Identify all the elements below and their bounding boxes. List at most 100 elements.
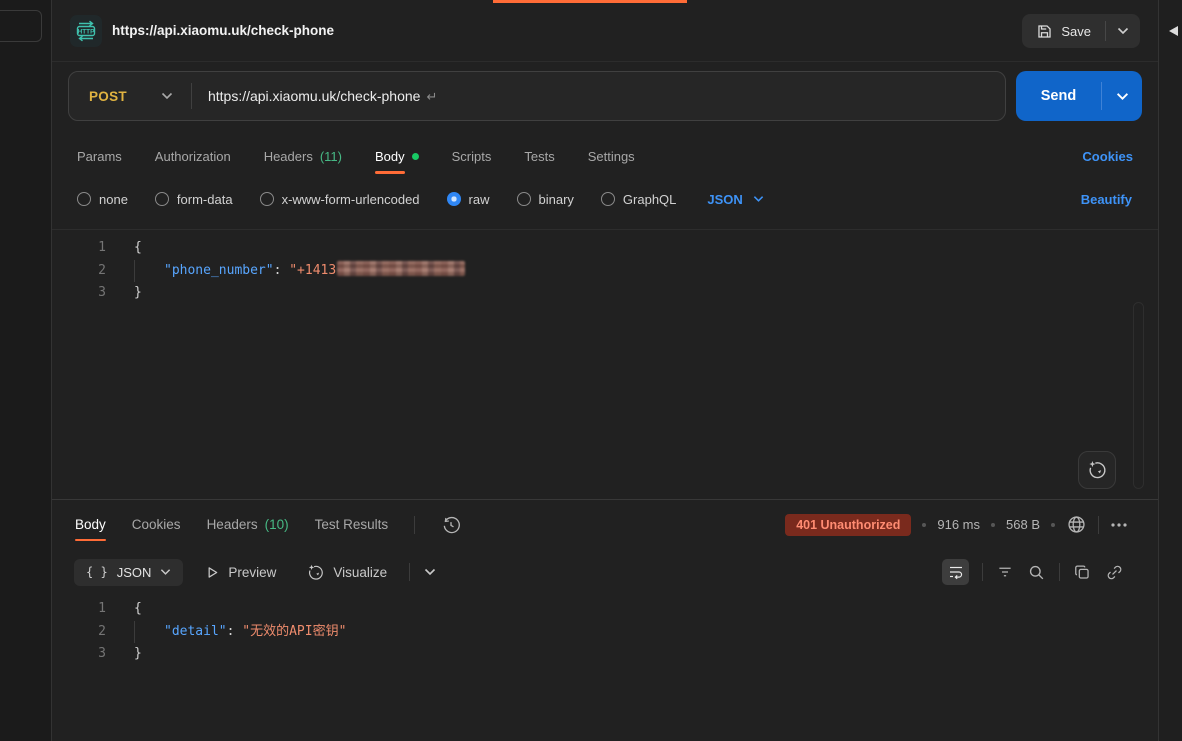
redacted-phone-blur (337, 261, 465, 276)
copy-response-button[interactable] (1073, 563, 1092, 582)
raw-language-selector[interactable]: JSON (707, 192, 763, 207)
radio-raw[interactable]: raw (447, 192, 490, 207)
radio-circle (77, 192, 91, 206)
radio-graphql[interactable]: GraphQL (601, 192, 676, 207)
tab-headers[interactable]: Headers(11) (264, 149, 342, 164)
mouse-cursor (1169, 26, 1178, 36)
http-protocol-icon: HTTP (70, 15, 102, 47)
visualize-button[interactable]: Visualize (298, 563, 395, 582)
divider (982, 563, 983, 581)
postbot-button[interactable] (1078, 451, 1116, 489)
dot-separator (1051, 523, 1055, 527)
url-input-container: POST https://api.xiaomu.uk/check-phone↵ (68, 71, 1006, 121)
save-button[interactable]: Save (1022, 14, 1140, 48)
enter-hint-glyph: ↵ (426, 89, 437, 104)
tab-tests[interactable]: Tests (524, 149, 554, 164)
cookies-link[interactable]: Cookies (1082, 138, 1133, 174)
json-value: "无效的API密钥" (242, 624, 346, 639)
radio-none[interactable]: none (77, 192, 128, 207)
send-button[interactable]: Send (1016, 71, 1142, 121)
tab-body[interactable]: Body (375, 149, 419, 164)
chevron-down-icon (753, 195, 764, 203)
divider (414, 516, 415, 534)
divider (409, 563, 410, 581)
response-tab-headers[interactable]: Headers(10) (207, 517, 289, 532)
request-body-editor[interactable]: 1 { 2 "phone_number": "+1413 3 } (52, 229, 1158, 500)
response-size[interactable]: 568 B (1006, 517, 1040, 532)
line-number: 1 (52, 237, 106, 260)
dot-separator (922, 523, 926, 527)
response-history-button[interactable] (441, 515, 461, 535)
divider (191, 83, 192, 109)
response-tab-cookies[interactable]: Cookies (132, 517, 181, 532)
tab-params[interactable]: Params (77, 149, 122, 164)
response-more-options-button[interactable] (1110, 522, 1128, 528)
sparkle-circle-icon (306, 563, 325, 582)
url-input[interactable]: https://api.xiaomu.uk/check-phone↵ (208, 88, 437, 105)
preview-button[interactable]: Preview (197, 565, 284, 580)
word-wrap-icon (947, 563, 965, 581)
radio-circle (155, 192, 169, 206)
play-outline-icon (205, 565, 220, 580)
chevron-down-icon (160, 568, 171, 576)
braces-icon: { } (86, 565, 108, 579)
save-options-button[interactable] (1106, 14, 1140, 48)
request-header: HTTP https://api.xiaomu.uk/check-phone S… (52, 0, 1158, 62)
dot-separator (991, 523, 995, 527)
tab-settings[interactable]: Settings (588, 149, 635, 164)
response-time[interactable]: 916 ms (937, 517, 980, 532)
radio-x-www-form-urlencoded[interactable]: x-www-form-urlencoded (260, 192, 420, 207)
chevron-down-icon (161, 92, 173, 100)
body-has-content-dot (412, 153, 419, 160)
divider (1098, 516, 1099, 534)
code-line: 1 { (52, 237, 1158, 260)
status-badge[interactable]: 401 Unauthorized (785, 514, 911, 536)
send-options-button[interactable] (1102, 92, 1142, 101)
beautify-link[interactable]: Beautify (1081, 184, 1132, 214)
code-line: 2 "detail": "无效的API密钥" (52, 621, 1158, 644)
link-icon (1105, 563, 1124, 582)
json-key: "phone_number" (164, 263, 274, 278)
tab-authorization[interactable]: Authorization (155, 149, 231, 164)
request-title: https://api.xiaomu.uk/check-phone (112, 23, 334, 38)
copy-icon (1073, 563, 1092, 582)
response-meta: 401 Unauthorized 916 ms 568 B (785, 501, 1128, 548)
toolbar-more-chevron[interactable] (424, 568, 436, 576)
filter-button[interactable] (996, 563, 1014, 581)
share-link-button[interactable] (1105, 563, 1124, 582)
indent-guide (134, 621, 164, 644)
tab-scripts[interactable]: Scripts (452, 149, 492, 164)
response-tab-bar: Body Cookies Headers(10) Test Results 40… (52, 501, 1158, 548)
editor-scrollbar[interactable] (1133, 302, 1144, 489)
ellipsis-icon (1110, 522, 1128, 528)
response-toolbar: { } JSON Preview Visualize (52, 553, 1158, 591)
right-sidebar-rail (1158, 0, 1182, 741)
line-number: 3 (52, 643, 106, 666)
send-button-label: Send (1016, 88, 1101, 104)
response-tab-test-results[interactable]: Test Results (315, 517, 389, 532)
json-key: "detail" (164, 624, 227, 639)
code-line: 3 } (52, 282, 1158, 305)
left-sidebar-rail (0, 0, 52, 741)
request-tab-bar: Params Authorization Headers(11) Body Sc… (52, 138, 1158, 174)
floppy-icon (1036, 23, 1053, 40)
save-button-label: Save (1061, 24, 1091, 39)
word-wrap-toggle[interactable] (942, 559, 969, 585)
response-format-selector[interactable]: { } JSON (74, 559, 183, 586)
response-tab-body[interactable]: Body (75, 517, 106, 532)
radio-circle (601, 192, 615, 206)
body-type-bar: none form-data x-www-form-urlencoded raw… (52, 184, 1158, 214)
method-selector[interactable]: POST (69, 89, 191, 104)
sidebar-collapsed-item[interactable] (0, 10, 42, 42)
radio-binary[interactable]: binary (517, 192, 574, 207)
response-body-editor[interactable]: 1 { 2 "detail": "无效的API密钥" 3 } (52, 592, 1158, 702)
line-number: 2 (52, 260, 106, 283)
line-number: 2 (52, 621, 106, 644)
json-value-visible: "+1413 (289, 263, 336, 278)
chevron-down-icon (424, 568, 436, 576)
divider (1059, 563, 1060, 581)
network-info-button[interactable] (1066, 514, 1087, 535)
radio-form-data[interactable]: form-data (155, 192, 233, 207)
radio-circle (260, 192, 274, 206)
search-button[interactable] (1027, 563, 1046, 582)
